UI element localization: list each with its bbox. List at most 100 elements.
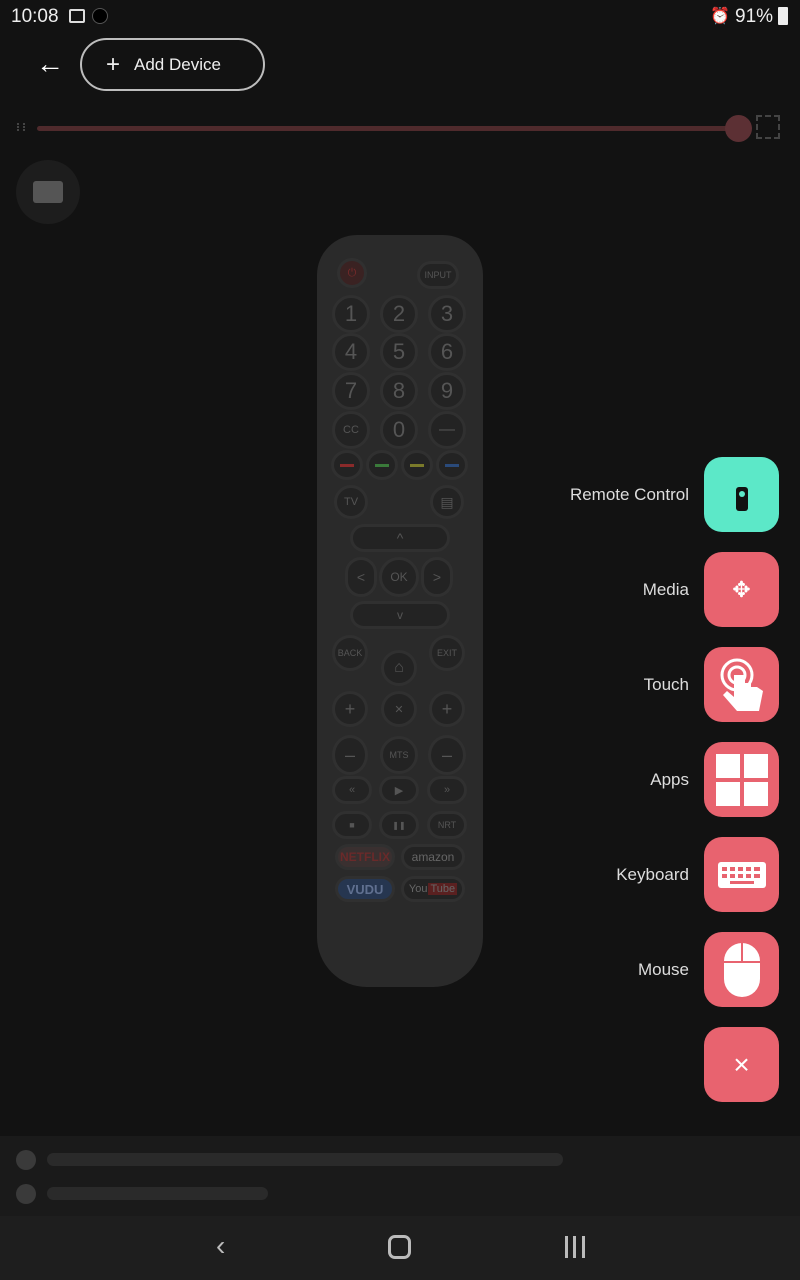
- up-button[interactable]: ^: [350, 524, 450, 552]
- dash-button[interactable]: —: [428, 411, 466, 449]
- app-notification-icon: [92, 8, 108, 24]
- power-button[interactable]: ⏻: [337, 258, 367, 288]
- ok-button[interactable]: OK: [379, 557, 419, 597]
- touch-button[interactable]: [704, 647, 779, 722]
- touch-icon: [720, 658, 763, 711]
- yellow-bar: [410, 463, 424, 467]
- menu-item-keyboard[interactable]: Keyboard: [616, 837, 779, 912]
- digit-3-button[interactable]: 3: [428, 295, 466, 333]
- keyboard-button[interactable]: [704, 837, 779, 912]
- red-button[interactable]: [331, 450, 363, 480]
- digit-7-button[interactable]: 7: [332, 372, 370, 410]
- right-button[interactable]: >: [421, 557, 453, 597]
- exit-button[interactable]: EXIT: [429, 635, 465, 671]
- drag-handle-icon[interactable]: [17, 123, 25, 131]
- digit-4-button[interactable]: 4: [332, 333, 370, 371]
- cc-button[interactable]: CC: [332, 411, 370, 449]
- media-button[interactable]: ✥: [704, 552, 779, 627]
- skeleton-dot: [16, 1150, 36, 1170]
- apps-button[interactable]: [704, 742, 779, 817]
- mts-button[interactable]: MTS: [380, 736, 418, 774]
- netflix-button[interactable]: NETFLIX: [335, 844, 395, 870]
- menu-close-row[interactable]: ×: [704, 1027, 779, 1102]
- green-bar: [375, 463, 389, 467]
- digit-6-button[interactable]: 6: [428, 333, 466, 371]
- digit-0-button[interactable]: 0: [380, 411, 418, 449]
- nav-back-button[interactable]: ‹: [216, 1230, 225, 1262]
- slider-track[interactable]: [37, 126, 737, 131]
- pause-button[interactable]: ❚❚: [379, 811, 419, 839]
- menu-item-remote-control[interactable]: Remote Control: [570, 457, 779, 532]
- loading-placeholder: [0, 1136, 800, 1216]
- digit-5-button[interactable]: 5: [380, 333, 418, 371]
- status-time: 10:08: [11, 6, 59, 27]
- amazon-button[interactable]: amazon: [401, 844, 465, 870]
- menu-label: Mouse: [637, 959, 689, 979]
- youtube-you: You: [408, 883, 428, 895]
- menu-item-apps[interactable]: Apps: [650, 742, 779, 817]
- arrow-left-icon: ←: [36, 48, 64, 79]
- slider-thumb[interactable]: [725, 115, 752, 142]
- digit-8-button[interactable]: 8: [380, 372, 418, 410]
- input-button[interactable]: INPUT: [417, 261, 459, 289]
- close-icon: ×: [733, 1048, 750, 1080]
- nrt-button[interactable]: NRT: [427, 811, 467, 839]
- digit-2-button[interactable]: 2: [380, 295, 418, 333]
- image-icon: [69, 9, 85, 23]
- red-bar: [340, 463, 354, 467]
- status-bar: 10:08 ⏰ 91%: [0, 0, 800, 34]
- skeleton-line: [47, 1153, 563, 1166]
- digit-9-button[interactable]: 9: [428, 372, 466, 410]
- battery-icon: [778, 7, 788, 25]
- mute-icon: ✕: [394, 703, 404, 716]
- keyboard-toggle-button[interactable]: [16, 160, 80, 224]
- digit-1-button[interactable]: 1: [332, 295, 370, 333]
- back-button[interactable]: ←: [36, 50, 64, 78]
- mute-button[interactable]: ✕: [381, 691, 417, 727]
- fullscreen-icon[interactable]: [756, 115, 780, 139]
- nav-home-button[interactable]: [388, 1235, 411, 1259]
- alarm-icon: ⏰: [710, 8, 730, 25]
- youtube-button[interactable]: You Tube: [401, 876, 465, 902]
- yellow-button[interactable]: [401, 450, 433, 480]
- green-button[interactable]: [366, 450, 398, 480]
- menu-label: Touch: [643, 674, 689, 694]
- vudu-button[interactable]: VUDU: [335, 876, 395, 902]
- menu-item-media[interactable]: Media ✥: [643, 552, 779, 627]
- keyboard-icon: [33, 181, 63, 203]
- tv-button[interactable]: TV: [334, 485, 368, 519]
- stop-button[interactable]: ■: [332, 811, 372, 839]
- apps-grid-icon: [715, 753, 768, 806]
- menu-label: Media: [642, 579, 689, 599]
- nav-recents-button[interactable]: [565, 1236, 585, 1258]
- close-menu-button[interactable]: ×: [704, 1027, 779, 1102]
- rewind-button[interactable]: «: [332, 776, 372, 804]
- dpad-icon: ✥: [732, 576, 751, 602]
- blue-button[interactable]: [436, 450, 468, 480]
- remote-control-button[interactable]: [704, 457, 779, 532]
- menu-label: Keyboard: [616, 864, 689, 884]
- menu-item-mouse[interactable]: Mouse: [638, 932, 779, 1007]
- menu-label: Apps: [650, 769, 689, 789]
- play-button[interactable]: ▶: [379, 776, 419, 804]
- down-button[interactable]: v: [350, 601, 450, 629]
- menu-item-touch[interactable]: Touch: [644, 647, 779, 722]
- channel-down-button[interactable]: –: [428, 735, 466, 775]
- fast-forward-button[interactable]: »: [427, 776, 467, 804]
- volume-down-button[interactable]: –: [332, 735, 368, 775]
- keyboard-icon: [717, 861, 766, 888]
- guide-button[interactable]: ▤: [430, 485, 464, 519]
- mouse-button[interactable]: [704, 932, 779, 1007]
- blue-bar: [445, 463, 459, 467]
- volume-up-button[interactable]: +: [332, 691, 368, 727]
- mouse-icon: [723, 942, 760, 997]
- add-device-button[interactable]: + Add Device: [80, 38, 265, 91]
- menu-label: Remote Control: [569, 484, 689, 504]
- channel-up-button[interactable]: +: [429, 691, 465, 727]
- plus-icon: +: [106, 50, 121, 78]
- left-button[interactable]: <: [345, 557, 377, 597]
- home-button[interactable]: ⌂: [381, 650, 417, 686]
- add-device-label: Add Device: [134, 54, 221, 74]
- back-remote-button[interactable]: BACK: [332, 635, 368, 671]
- remote-icon: [735, 486, 748, 511]
